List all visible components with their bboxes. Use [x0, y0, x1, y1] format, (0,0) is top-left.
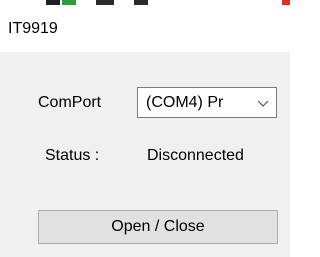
background-segment — [282, 0, 290, 5]
status-value: Disconnected — [147, 147, 244, 164]
chevron-down-icon — [257, 100, 269, 107]
background-segment — [46, 0, 60, 5]
background-segment — [96, 0, 114, 5]
app-window: IT9919 ComPort (COM4) Pr Status : Discon… — [0, 6, 290, 257]
window-title: IT9919 — [8, 20, 58, 37]
comport-select[interactable]: (COM4) Pr — [137, 87, 277, 118]
status-label: Status : — [45, 147, 100, 164]
comport-label: ComPort — [38, 94, 102, 111]
background-segment — [134, 0, 148, 5]
comport-selected-value: (COM4) Pr — [146, 94, 224, 111]
screenshot: IT9919 ComPort (COM4) Pr Status : Discon… — [0, 0, 290, 257]
background-segment — [62, 0, 76, 5]
title-bar[interactable]: IT9919 — [0, 6, 290, 52]
open-close-button[interactable]: Open / Close — [38, 210, 278, 244]
